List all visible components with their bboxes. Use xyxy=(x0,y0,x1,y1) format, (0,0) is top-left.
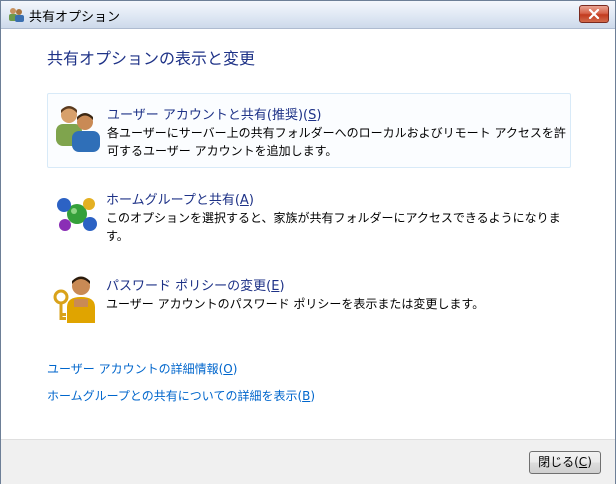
page-title: 共有オプションの表示と変更 xyxy=(47,49,256,68)
homegroup-details-link[interactable]: ホームグループとの共有についての詳細を表示(B) xyxy=(47,387,315,404)
sharing-options-window: 共有オプション 共有オプションの表示と変更 ユーザー アカウントと共有(推奨)(… xyxy=(0,0,616,484)
window-title: 共有オプション xyxy=(29,10,121,25)
users-icon xyxy=(52,102,104,154)
password-policy-icon xyxy=(51,273,103,325)
option-description: ユーザー アカウントのパスワード ポリシーを表示または変更します。 xyxy=(106,297,485,311)
close-icon xyxy=(588,9,600,19)
option-description: 各ユーザーにサーバー上の共有フォルダーへのローカルおよびリモート アクセスを許可… xyxy=(107,126,566,158)
option-user-accounts[interactable]: ユーザー アカウントと共有(推奨)(S) 各ユーザーにサーバー上の共有フォルダー… xyxy=(47,93,571,168)
option-homegroup[interactable]: ホームグループと共有(A) このオプションを選択すると、家族が共有フォルダーにア… xyxy=(47,179,571,254)
title-bar[interactable]: 共有オプション xyxy=(1,1,615,29)
window-close-button[interactable] xyxy=(579,5,609,23)
user-accounts-details-link[interactable]: ユーザー アカウントの詳細情報(O) xyxy=(47,360,237,377)
footer-bar: 閉じる(C) xyxy=(1,439,615,484)
option-description: このオプションを選択すると、家族が共有フォルダーにアクセスできるようになります。 xyxy=(106,211,561,243)
homegroup-icon xyxy=(51,187,103,239)
option-password-policy[interactable]: パスワード ポリシーの変更(E) ユーザー アカウントのパスワード ポリシーを表… xyxy=(47,265,571,335)
option-title[interactable]: パスワード ポリシーの変更(E) xyxy=(106,275,285,294)
users-title-icon xyxy=(7,6,25,23)
close-button[interactable]: 閉じる(C) xyxy=(529,451,601,474)
content-area: 共有オプションの表示と変更 ユーザー アカウントと共有(推奨)(S) 各ユーザー… xyxy=(1,29,615,439)
option-title[interactable]: ホームグループと共有(A) xyxy=(106,189,254,208)
option-title[interactable]: ユーザー アカウントと共有(推奨)(S) xyxy=(107,104,321,123)
